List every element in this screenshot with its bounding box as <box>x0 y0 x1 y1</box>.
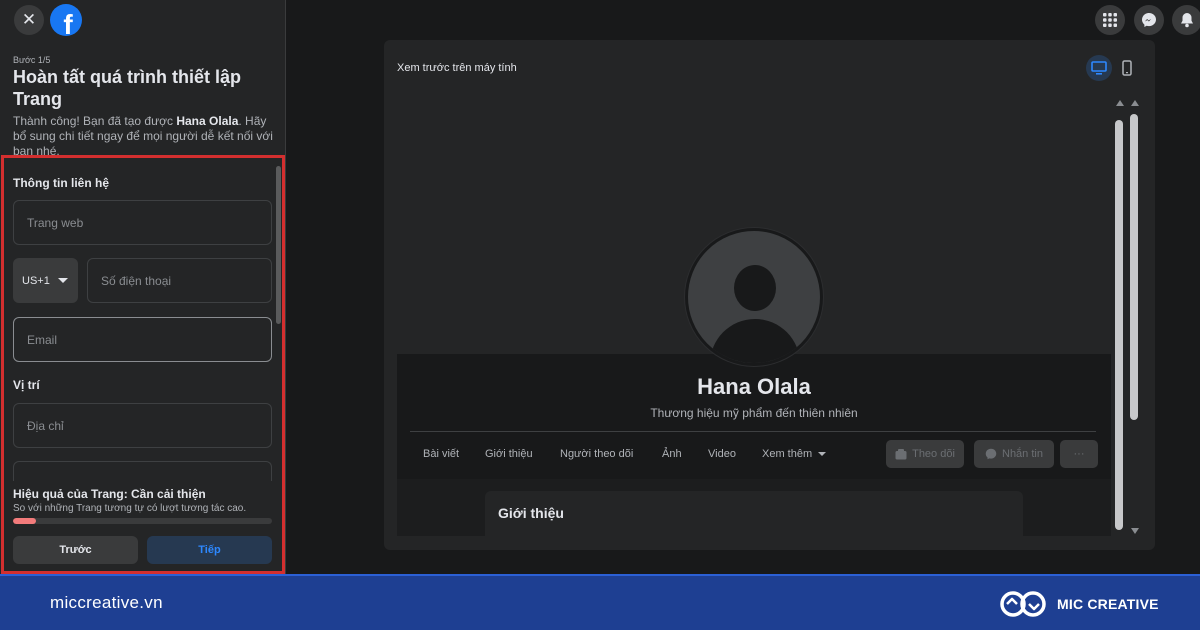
footer-brand: MIC CREATIVE <box>999 589 1159 619</box>
menu-grid-icon <box>1103 13 1117 27</box>
inner-scrollbar-thumb[interactable] <box>1115 120 1123 530</box>
outer-scrollbar-thumb[interactable] <box>1130 114 1138 420</box>
more-options-label: ··· <box>1073 448 1085 460</box>
scroll-up-icon[interactable] <box>1131 100 1139 106</box>
messenger-small-icon <box>985 448 997 460</box>
scroll-down-icon[interactable] <box>1131 528 1139 534</box>
desc-page-name: Hana Olala <box>176 114 239 128</box>
mic-creative-logo-icon <box>1000 591 1046 617</box>
step-indicator: Bước 1/5 <box>13 55 51 65</box>
notifications-button[interactable] <box>1172 5 1200 35</box>
preview-title: Xem trước trên máy tính <box>397 62 517 74</box>
profile-avatar <box>685 228 823 366</box>
page-tagline: Thương hiệu mỹ phẩm đến thiên nhiên <box>650 406 858 420</box>
message-label: Nhắn tin <box>1002 448 1043 460</box>
more-options-button[interactable]: ··· <box>1060 440 1098 468</box>
desc-text: Thành công! Bạn đã tạo được <box>13 114 177 128</box>
tab-about[interactable]: Giới thiệu <box>485 448 533 460</box>
preview-inner-scrollbar[interactable] <box>1114 100 1126 540</box>
tab-photos[interactable]: Ảnh <box>662 448 682 460</box>
follow-icon <box>895 448 907 459</box>
highlight-frame <box>1 155 285 574</box>
tab-posts[interactable]: Bài viết <box>423 448 459 460</box>
tab-more[interactable]: Xem thêm <box>762 448 827 460</box>
footer-banner: miccreative.vn MIC CREATIVE <box>0 574 1200 630</box>
page-preview: Hana Olala Thương hiệu mỹ phẩm đến thiên… <box>397 96 1111 536</box>
setup-description: Thành công! Bạn đã tạo được Hana Olala. … <box>13 114 277 158</box>
avatar-head <box>734 265 776 311</box>
preview-outer-scrollbar[interactable] <box>1129 100 1141 540</box>
setup-title: Hoàn tất quá trình thiết lập Trang <box>13 67 241 109</box>
scroll-up-icon[interactable] <box>1116 100 1124 106</box>
tab-video[interactable]: Video <box>708 448 736 460</box>
messenger-icon <box>1142 13 1156 27</box>
footer-brand-name: MIC CREATIVE <box>1057 596 1159 612</box>
messenger-button[interactable] <box>1134 5 1164 35</box>
sidebar-header: ✕ f <box>14 4 82 36</box>
intro-title: Giới thiệu <box>498 505 564 521</box>
avatar-body <box>710 319 800 363</box>
nav-divider <box>410 431 1096 432</box>
menu-grid-button[interactable] <box>1095 5 1125 35</box>
message-button[interactable]: Nhắn tin <box>974 440 1054 468</box>
facebook-logo-icon[interactable]: f <box>50 4 82 36</box>
tab-more-label: Xem thêm <box>762 448 813 460</box>
footer-url: miccreative.vn <box>50 593 163 612</box>
setup-sidebar: ✕ f Bước 1/5 Hoàn tất quá trình thiết lậ… <box>0 0 286 574</box>
desktop-view-button[interactable] <box>1086 55 1112 81</box>
follow-button[interactable]: Theo dõi <box>886 440 964 468</box>
close-icon: ✕ <box>21 10 37 29</box>
desktop-preview-card: Xem trước trên máy tính Hana Olala Thươn… <box>384 40 1155 550</box>
mobile-view-button[interactable] <box>1114 55 1140 81</box>
caret-down-icon <box>818 452 827 456</box>
notification-bell-icon <box>1181 13 1193 28</box>
close-button[interactable]: ✕ <box>14 5 44 35</box>
mobile-icon <box>1122 60 1132 76</box>
desktop-icon <box>1091 61 1107 75</box>
tab-followers[interactable]: Người theo dõi <box>560 448 633 460</box>
page-name: Hana Olala <box>697 374 811 399</box>
intro-card: Giới thiệu <box>485 491 1023 536</box>
follow-label: Theo dõi <box>912 448 955 460</box>
